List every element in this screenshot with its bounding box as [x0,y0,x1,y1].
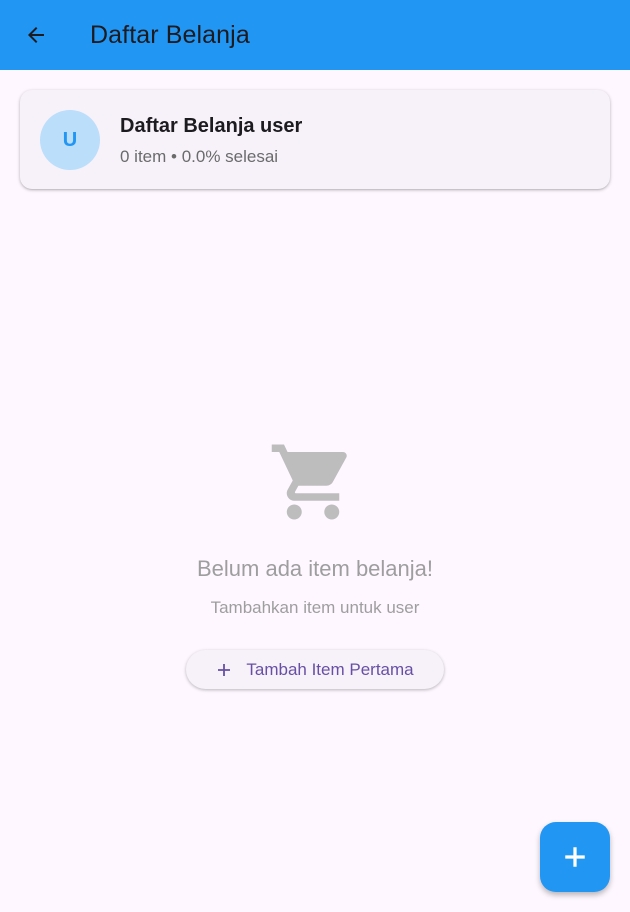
app-bar: Daftar Belanja [0,0,630,70]
shopping-list-screen: Daftar Belanja U Daftar Belanja user 0 i… [0,0,630,912]
plus-icon [218,663,231,676]
page-title: Daftar Belanja [90,21,250,49]
list-summary-card: U Daftar Belanja user 0 item • 0.0% sele… [20,90,610,189]
plus-icon [565,847,585,867]
add-item-fab[interactable] [540,822,610,892]
empty-state-title: Belum ada item belanja! [196,556,434,581]
list-title: Daftar Belanja user [120,115,303,137]
arrow-back-icon [28,27,44,43]
empty-state-subtitle: Tambahkan item untuk user [210,598,420,617]
add-first-item-label: Tambah Item Pertama [246,659,414,679]
list-stats: 0 item • 0.0% selesai [120,147,279,166]
avatar: U [40,110,100,170]
shopping-cart-icon [271,444,347,520]
add-first-item-button[interactable]: Tambah Item Pertama [186,650,444,689]
back-button[interactable] [16,15,56,55]
